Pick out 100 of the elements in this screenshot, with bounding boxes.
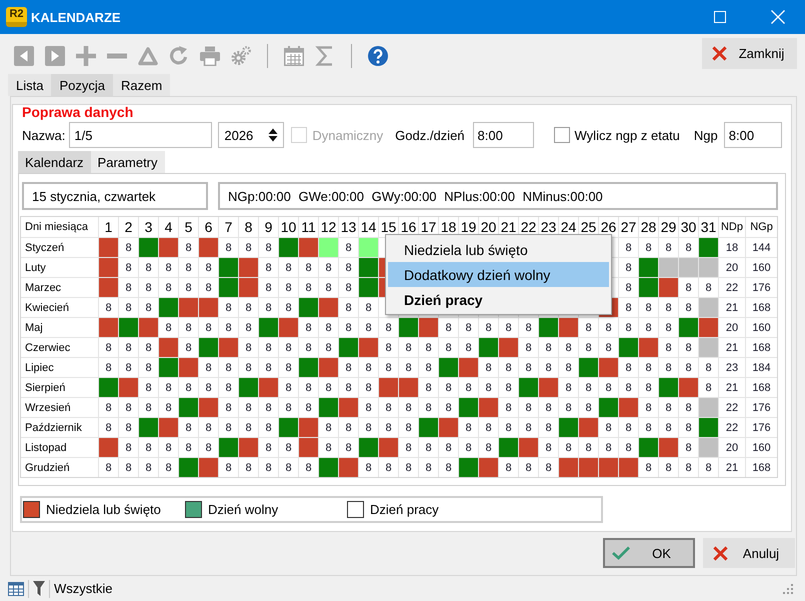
holiday-cell bbox=[319, 298, 338, 317]
workday-cell: 8 bbox=[299, 398, 318, 417]
workday-cell: 8 bbox=[139, 458, 158, 477]
holiday-cell bbox=[159, 338, 178, 357]
panel-title: Poprawa danych bbox=[21, 105, 134, 120]
menu-item[interactable]: Niedziela lub święto bbox=[388, 237, 609, 262]
tab[interactable]: Parametry bbox=[90, 151, 165, 173]
workday-cell: 8 bbox=[599, 378, 618, 397]
holiday-cell bbox=[339, 398, 358, 417]
workday-cell: 8 bbox=[559, 358, 578, 377]
day-off-cell bbox=[699, 238, 718, 257]
workday-cell: 8 bbox=[299, 258, 318, 277]
checkbox[interactable] bbox=[554, 127, 570, 143]
workday-cell: 8 bbox=[419, 358, 438, 377]
workday-cell: 8 bbox=[159, 378, 178, 397]
year-field[interactable]: 2026 bbox=[218, 122, 284, 148]
check-icon bbox=[612, 546, 630, 560]
workday-cell: 8 bbox=[299, 458, 318, 477]
workday-cell: 8 bbox=[559, 338, 578, 357]
workday-cell: 8 bbox=[579, 398, 598, 417]
workday-cell: 8 bbox=[259, 298, 278, 317]
holiday-cell bbox=[159, 418, 178, 437]
workday-cell: 8 bbox=[579, 318, 598, 337]
holiday-cell bbox=[199, 298, 218, 317]
workday-cell: 8 bbox=[199, 418, 218, 437]
tab[interactable]: Pozycja bbox=[51, 74, 113, 96]
holiday-cell bbox=[479, 398, 498, 417]
month-cell: Styczeń bbox=[21, 238, 98, 257]
workday-cell: 8 bbox=[599, 318, 618, 337]
holiday-cell bbox=[279, 318, 298, 337]
workday-cell: 8 bbox=[219, 398, 238, 417]
holiday-cell bbox=[199, 398, 218, 417]
workday-cell: 8 bbox=[199, 258, 218, 277]
field-label: Ngp bbox=[694, 128, 718, 142]
column-header: 3 bbox=[139, 217, 158, 237]
maximize-icon[interactable] bbox=[714, 11, 726, 23]
ngp-field[interactable]: 8:00 bbox=[724, 122, 782, 148]
holiday-cell bbox=[339, 458, 358, 477]
name-field[interactable]: 1/5 bbox=[69, 122, 212, 148]
holiday-cell bbox=[639, 338, 658, 357]
workday-cell: 8 bbox=[279, 338, 298, 357]
month-cell: Czerwiec bbox=[21, 338, 98, 357]
extra-day-off-cell bbox=[359, 238, 378, 257]
workday-cell: 8 bbox=[459, 318, 478, 337]
workday-cell: 8 bbox=[359, 398, 378, 417]
workday-cell: 8 bbox=[99, 338, 118, 357]
ok-button[interactable]: OK bbox=[603, 538, 695, 568]
workday-cell: 8 bbox=[119, 418, 138, 437]
day-off-cell bbox=[319, 398, 338, 417]
hours-field[interactable]: 8:00 bbox=[472, 122, 534, 148]
day-off-cell bbox=[99, 378, 118, 397]
workday-cell: 8 bbox=[539, 358, 558, 377]
holiday-cell bbox=[439, 418, 458, 437]
workday-cell: 8 bbox=[199, 318, 218, 337]
table-icon[interactable] bbox=[8, 582, 24, 596]
day-off-cell bbox=[639, 438, 658, 457]
close-button[interactable]: Zamknij bbox=[702, 38, 797, 69]
checkbox-label[interactable]: Wylicz ngp z etatu bbox=[574, 128, 680, 142]
menu-item[interactable]: Dzień pracy bbox=[388, 287, 609, 312]
workday-cell: 8 bbox=[239, 458, 258, 477]
workday-cell: 8 bbox=[379, 418, 398, 437]
total-cell: 168 bbox=[746, 378, 777, 397]
resize-grip-icon[interactable] bbox=[783, 584, 793, 594]
workday-cell: 8 bbox=[339, 258, 358, 277]
menu-item[interactable]: Dodatkowy dzień wolny bbox=[388, 262, 609, 287]
holiday-cell bbox=[299, 418, 318, 437]
workday-cell: 8 bbox=[259, 458, 278, 477]
month-cell: Październik bbox=[21, 418, 98, 437]
filter-icon[interactable] bbox=[33, 581, 45, 596]
workday-cell: 8 bbox=[479, 418, 498, 437]
day-off-cell bbox=[359, 278, 378, 297]
workday-cell: 8 bbox=[379, 358, 398, 377]
tab[interactable]: Razem bbox=[113, 74, 170, 96]
workday-cell: 8 bbox=[539, 438, 558, 457]
month-cell: Wrzesień bbox=[21, 398, 98, 417]
workday-cell: 8 bbox=[479, 358, 498, 377]
workday-cell: 8 bbox=[359, 358, 378, 377]
close-icon[interactable] bbox=[771, 10, 785, 24]
help-icon[interactable] bbox=[368, 46, 388, 66]
spinner-arrows-icon[interactable] bbox=[268, 127, 278, 143]
workday-cell: 8 bbox=[419, 378, 438, 397]
total-cell: 18 bbox=[719, 238, 745, 257]
holiday-cell bbox=[239, 258, 258, 277]
tab[interactable]: Kalendarz bbox=[18, 151, 91, 173]
total-cell: 184 bbox=[746, 358, 777, 377]
workday-cell: 8 bbox=[419, 398, 438, 417]
day-off-cell bbox=[499, 438, 518, 457]
day-off-cell bbox=[419, 418, 438, 437]
holiday-cell bbox=[599, 458, 618, 477]
workday-cell: 8 bbox=[419, 338, 438, 357]
workday-cell: 8 bbox=[359, 318, 378, 337]
day-off-cell bbox=[339, 338, 358, 357]
holiday-cell bbox=[199, 458, 218, 477]
workday-cell: 8 bbox=[539, 418, 558, 437]
workday-cell: 8 bbox=[359, 458, 378, 477]
workday-cell: 8 bbox=[279, 398, 298, 417]
field-label: Godz./dzień bbox=[395, 128, 465, 142]
cancel-button[interactable]: Anuluj bbox=[703, 538, 795, 568]
workday-cell: 8 bbox=[259, 238, 278, 257]
tab[interactable]: Lista bbox=[8, 74, 52, 96]
